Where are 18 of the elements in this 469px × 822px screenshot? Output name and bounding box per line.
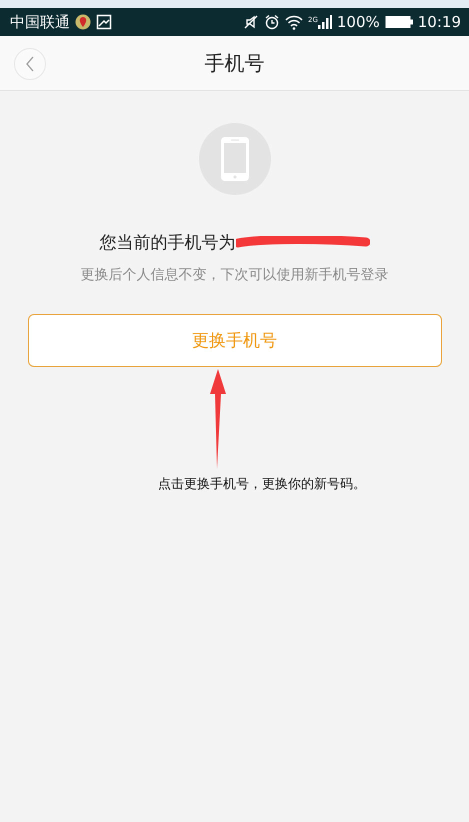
image-icon — [96, 14, 112, 30]
carrier-name: 中国联通 — [10, 12, 70, 32]
annotation-text: 点击更换手机号，更换你的新号码。 — [158, 476, 366, 493]
battery-icon — [384, 15, 413, 29]
back-button[interactable] — [14, 48, 46, 80]
back-icon — [25, 56, 35, 72]
signal-icon — [318, 14, 332, 30]
current-number-label: 您当前的手机号为 — [100, 232, 236, 254]
page-title: 手机号 — [204, 50, 264, 76]
map-pin-icon — [75, 14, 91, 30]
wifi-icon — [284, 14, 303, 30]
mute-icon — [242, 14, 259, 30]
battery-percent: 100% — [336, 13, 380, 31]
hint-text: 更换后个人信息不变，下次可以使用新手机号登录 — [80, 266, 388, 284]
phone-icon — [198, 123, 270, 195]
alarm-icon — [264, 14, 280, 30]
clock-time: 10:19 — [418, 13, 461, 31]
change-number-button[interactable]: 更换手机号 — [28, 314, 442, 367]
